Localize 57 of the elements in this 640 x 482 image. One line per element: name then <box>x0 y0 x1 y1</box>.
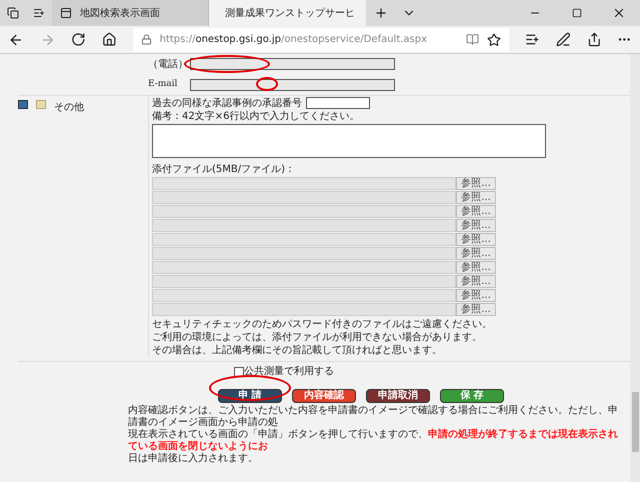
note-text: セキュリティチェックのためパスワード付きのファイルはご遠慮ください。 <box>152 318 493 331</box>
instruction-text: 日は申請後に入力されます。 <box>128 453 259 465</box>
browser-tab[interactable]: 測量成果ワンストップサーヒ <box>209 0 366 26</box>
phone-label: （電話） <box>148 58 186 72</box>
file-path-field[interactable] <box>152 219 456 232</box>
file-path-field[interactable] <box>152 233 456 246</box>
action-button[interactable]: 内容確認 <box>292 389 356 403</box>
action-button[interactable]: 保 存 <box>440 389 504 403</box>
browse-button[interactable]: 参照... <box>456 261 496 274</box>
email-label: E-mail <box>148 78 178 91</box>
file-path-field[interactable] <box>152 261 456 274</box>
note-text: ご利用の環境によっては、添付ファイルが利用できない場合があります。 <box>152 331 483 344</box>
remarks-field[interactable] <box>152 124 546 158</box>
remarks-label: 備考：42文字×6行以内で入力してください。 <box>152 110 360 123</box>
lock-icon <box>140 34 152 45</box>
email-field[interactable] <box>190 78 395 90</box>
file-path-field[interactable] <box>152 191 456 204</box>
browse-button[interactable]: 参照... <box>456 233 496 246</box>
file-path-field[interactable] <box>152 205 456 218</box>
address-bar[interactable]: https://onestop.gsi.go.jp/onestopservice/Default.aspx <box>132 28 510 52</box>
file-path-field[interactable] <box>152 177 456 190</box>
favorite-icon[interactable] <box>487 32 502 46</box>
tab-title: 地図検索表示画面 <box>80 6 161 20</box>
approval-label: 過去の同様な承認事例の承認番号 <box>152 96 302 110</box>
phone-field[interactable] <box>190 58 395 70</box>
file-path-field[interactable] <box>152 275 456 288</box>
browse-button[interactable]: 参照... <box>456 303 496 316</box>
instruction-text: 現在表示されている画面の「申請」ボタンを押して行いますので、申請の処理が終了するまでは現在表示されている画面を閉じないようにお <box>128 429 619 452</box>
url-text: https://onestop.gsi.go.jp/onestopservice/Default.aspx <box>160 33 428 47</box>
instruction-text: 内容確認ボタンは、ご入力いただいた内容を申請書のイメージで確認する場合にご利用ください。ただし、申請書のイメージ画面から申請の処 <box>128 405 619 428</box>
checkbox[interactable] <box>234 366 244 376</box>
reading-view-icon[interactable] <box>466 33 480 46</box>
browse-button[interactable]: 参照... <box>456 247 496 260</box>
refresh-icon[interactable] <box>71 32 86 47</box>
pen-icon[interactable] <box>556 32 571 47</box>
tab-title: 測量成果ワンストップサーヒ <box>225 6 355 20</box>
checkbox-label: 公共測量で利用する <box>244 364 334 379</box>
action-button[interactable]: 申請取消 <box>366 389 430 403</box>
home-icon[interactable] <box>102 32 117 47</box>
browse-button[interactable]: 参照... <box>456 177 496 190</box>
page-icon <box>60 7 72 19</box>
browse-button[interactable]: 参照... <box>456 219 496 232</box>
browser-tab[interactable]: 地図検索表示画面 <box>52 0 209 26</box>
file-path-field[interactable] <box>152 289 456 302</box>
share-icon[interactable] <box>586 32 602 47</box>
browse-button[interactable]: 参照... <box>456 275 496 288</box>
approval-field[interactable] <box>306 97 370 109</box>
section-title: その他 <box>54 101 84 115</box>
favorites-icon[interactable] <box>525 32 540 47</box>
file-path-field[interactable] <box>152 303 456 316</box>
browse-button[interactable]: 参照... <box>456 205 496 218</box>
browse-button[interactable]: 参照... <box>456 191 496 204</box>
vertical-scrollbar[interactable] <box>630 54 640 482</box>
attachments-label: 添付ファイル(5MB/ファイル)： <box>152 163 296 176</box>
note-text: その場合は、上記備考欄にその旨記載して頂ければと思います。 <box>152 344 443 357</box>
browse-button[interactable]: 参照... <box>456 289 496 302</box>
file-path-field[interactable] <box>152 247 456 260</box>
